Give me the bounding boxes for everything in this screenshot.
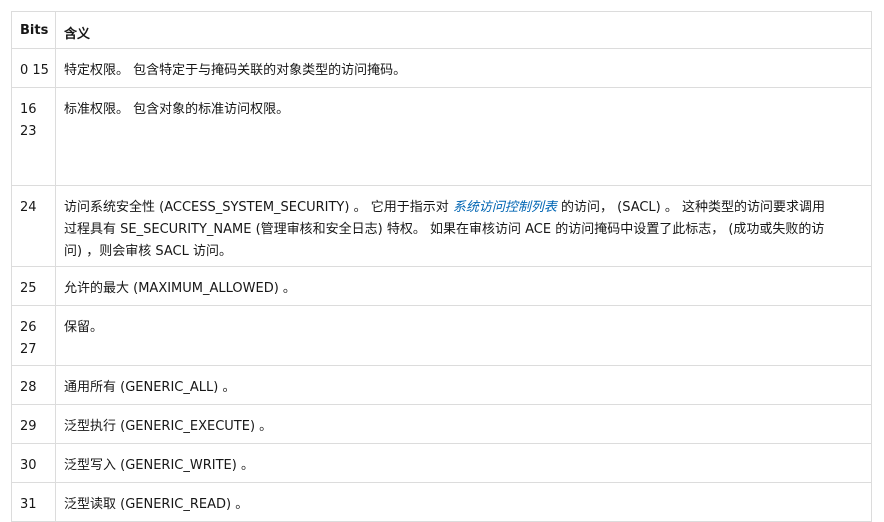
bits-value: 25 [20, 281, 37, 296]
meaning-line-1: 访问系统安全性 (ACCESS_SYSTEM_SECURITY) 。 它用于指示… [64, 197, 863, 219]
column-header-meaning: 含义 [55, 11, 872, 49]
meaning-text: 访问系统安全性 (ACCESS_SYSTEM_SECURITY) 。 它用于指示… [64, 200, 453, 215]
meaning-cell: 泛型写入 (GENERIC_WRITE) 。 [55, 443, 872, 483]
table-row: 24 访问系统安全性 (ACCESS_SYSTEM_SECURITY) 。 它用… [11, 185, 872, 267]
bits-cell: 16 23 [11, 87, 56, 186]
meaning-cell: 标准权限。 包含对象的标准访问权限。 [55, 87, 872, 186]
column-header-bits: Bits [11, 11, 56, 49]
table-row: 31 泛型读取 (GENERIC_READ) 。 [11, 482, 872, 522]
table-row: 29 泛型执行 (GENERIC_EXECUTE) 。 [11, 404, 872, 444]
meaning-cell: 泛型读取 (GENERIC_READ) 。 [55, 482, 872, 522]
bits-value-start: 16 [20, 102, 37, 117]
meaning-cell: 保留。 [55, 305, 872, 366]
bits-value-end: 23 [20, 124, 37, 139]
meaning-line-2: 过程具有 SE_SECURITY_NAME (管理审核和安全日志) 特权。 如果… [64, 222, 825, 237]
meaning-cell: 允许的最大 (MAXIMUM_ALLOWED) 。 [55, 266, 872, 306]
bits-value: 24 [20, 200, 37, 215]
table-header-row: Bits 含义 [11, 11, 872, 49]
meaning-cell: 特定权限。 包含特定于与掩码关联的对象类型的访问掩码。 [55, 48, 872, 88]
meaning-line-3: 问) ，则会审核 SACL 访问。 [64, 244, 232, 259]
table-row: 26 27 保留。 [11, 305, 872, 366]
bits-value-start: 26 [20, 320, 37, 335]
bits-cell: 0 15 [11, 48, 56, 88]
bits-cell: 24 [11, 185, 56, 267]
access-mask-table: Bits 含义 0 15 特定权限。 包含特定于与掩码关联的对象类型的访问掩码。… [11, 11, 872, 522]
bits-cell: 28 [11, 365, 56, 405]
table-row: 28 通用所有 (GENERIC_ALL) 。 [11, 365, 872, 405]
bits-value: 29 [20, 419, 37, 434]
bits-cell: 29 [11, 404, 56, 444]
access-mask-table-container: Bits 含义 0 15 特定权限。 包含特定于与掩码关联的对象类型的访问掩码。… [11, 11, 872, 522]
meaning-cell: 通用所有 (GENERIC_ALL) 。 [55, 365, 872, 405]
bits-cell: 26 27 [11, 305, 56, 366]
table-row: 25 允许的最大 (MAXIMUM_ALLOWED) 。 [11, 266, 872, 306]
table-row: 0 15 特定权限。 包含特定于与掩码关联的对象类型的访问掩码。 [11, 48, 872, 88]
bits-value: 0 15 [20, 63, 49, 78]
bits-value: 31 [20, 497, 37, 512]
bits-value-end: 27 [20, 342, 37, 357]
bits-value: 30 [20, 458, 37, 473]
table-row: 16 23 标准权限。 包含对象的标准访问权限。 [11, 87, 872, 186]
meaning-cell: 访问系统安全性 (ACCESS_SYSTEM_SECURITY) 。 它用于指示… [55, 185, 872, 267]
sacl-link[interactable]: 系统访问控制列表 [453, 200, 557, 215]
bits-cell: 30 [11, 443, 56, 483]
bits-cell: 25 [11, 266, 56, 306]
table-row: 30 泛型写入 (GENERIC_WRITE) 。 [11, 443, 872, 483]
meaning-text: 的访问， (SACL) 。 这种类型的访问要求调用 [556, 200, 826, 215]
bits-value: 28 [20, 380, 37, 395]
bits-cell: 31 [11, 482, 56, 522]
meaning-cell: 泛型执行 (GENERIC_EXECUTE) 。 [55, 404, 872, 444]
